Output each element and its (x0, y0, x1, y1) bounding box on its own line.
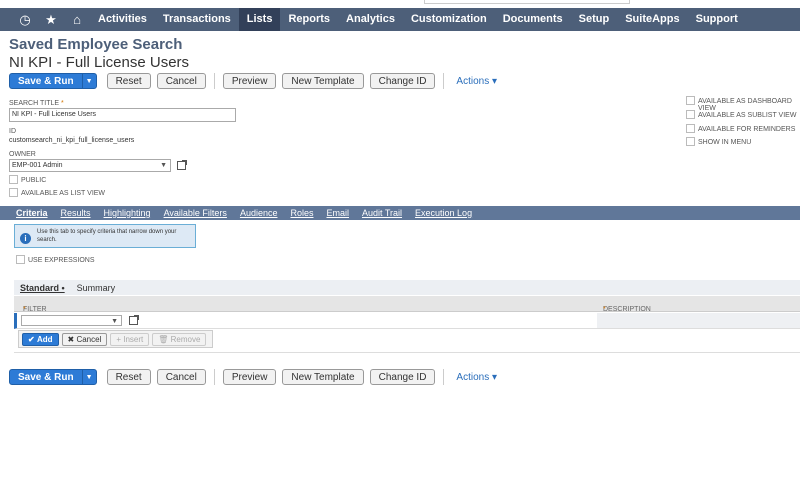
nav-reports[interactable]: Reports (280, 8, 338, 31)
search-title-label: SEARCH TITLE * (9, 100, 64, 107)
save-run-button-bottom[interactable]: Save & Run ▼ (9, 369, 97, 385)
toolbar-divider (443, 73, 445, 89)
subtab-bar: Criteria Results Highlighting Available … (0, 206, 800, 220)
actions-label: Actions (456, 75, 490, 87)
reset-button-bottom[interactable]: Reset (106, 369, 151, 385)
change-id-button-bottom[interactable]: Change ID (369, 369, 436, 385)
recent-records-icon[interactable]: ◷ (12, 8, 38, 31)
save-run-button[interactable]: Save & Run ▼ (9, 73, 97, 89)
owner-select[interactable]: EMP-001 Admin ▼ (9, 159, 171, 172)
preview-button[interactable]: Preview (222, 73, 277, 89)
tab-audience[interactable]: Audience (240, 208, 278, 218)
cancel-button-bottom[interactable]: Cancel (156, 369, 206, 385)
show-in-menu-label: SHOW IN MENU (698, 139, 752, 146)
cancel-button[interactable]: Cancel (156, 73, 206, 89)
global-search-field[interactable] (424, 0, 630, 4)
home-icon[interactable]: ⌂ (64, 8, 90, 31)
search-title-input[interactable]: NI KPI - Full License Users (9, 108, 236, 122)
nav-activities[interactable]: Activities (90, 8, 155, 31)
tab-audit-trail[interactable]: Audit Trail (362, 208, 402, 218)
add-button[interactable]: ✔ Add (22, 332, 59, 346)
tooltip-text: Use this tab to specify criteria that na… (37, 229, 177, 243)
nav-documents[interactable]: Documents (495, 8, 571, 31)
actions-label: Actions (456, 371, 490, 383)
save-run-dropdown-icon[interactable]: ▼ (81, 74, 96, 88)
actions-menu[interactable]: Actions ▾ (456, 76, 497, 87)
list-view-checkbox[interactable] (9, 188, 18, 197)
subtab-standard[interactable]: Standard • (20, 283, 65, 293)
nav-customization[interactable]: Customization (403, 8, 495, 31)
sublist-view-checkbox[interactable] (686, 110, 695, 119)
preview-button-bottom[interactable]: Preview (222, 369, 277, 385)
dashboard-view-checkbox[interactable] (686, 96, 695, 105)
description-cell[interactable] (597, 313, 800, 328)
save-run-label: Save & Run (18, 371, 74, 383)
criteria-tooltip: i Use this tab to specify criteria that … (14, 224, 196, 248)
bottom-toolbar: Save & Run ▼ Reset Cancel Preview New Te… (9, 369, 497, 385)
open-filter-icon[interactable] (129, 315, 139, 325)
reset-button[interactable]: Reset (106, 73, 151, 89)
new-template-button-bottom[interactable]: New Template (282, 369, 364, 385)
filter-select[interactable]: ▼ (21, 315, 122, 326)
star-icon[interactable]: ★ (38, 8, 64, 31)
toolbar-divider (213, 369, 215, 385)
page-subtitle: NI KPI - Full License Users (9, 54, 190, 71)
tab-criteria[interactable]: Criteria (16, 208, 48, 218)
public-checkbox[interactable] (9, 175, 18, 184)
tab-email[interactable]: Email (326, 208, 349, 218)
tab-results[interactable]: Results (61, 208, 91, 218)
chevron-down-icon: ▼ (160, 162, 167, 169)
show-in-menu-checkbox[interactable] (686, 137, 695, 146)
use-expressions-checkbox[interactable] (16, 255, 25, 264)
grid-action-bar: ✔ Add ✖ Cancel + Insert 🗑 Remove (18, 330, 214, 348)
save-run-dropdown-icon[interactable]: ▼ (81, 370, 96, 384)
list-view-label: AVAILABLE AS LIST VIEW (21, 190, 106, 197)
nav-setup[interactable]: Setup (571, 8, 618, 31)
grid-cancel-button[interactable]: ✖ Cancel (61, 332, 108, 346)
top-toolbar: Save & Run ▼ Reset Cancel Preview New Te… (9, 73, 497, 89)
save-run-label: Save & Run (18, 75, 74, 87)
new-template-button[interactable]: New Template (282, 73, 364, 89)
use-expressions-label: USE EXPRESSIONS (28, 257, 95, 264)
main-nav: ◷ ★ ⌂ Activities Transactions Lists Repo… (0, 8, 800, 31)
toolbar-divider (213, 73, 215, 89)
remove-button[interactable]: 🗑 Remove (152, 332, 207, 346)
id-value: customsearch_ni_kpi_full_license_users (9, 137, 135, 144)
subtab-summary[interactable]: Summary (77, 283, 116, 293)
tab-execution-log[interactable]: Execution Log (415, 208, 472, 218)
criteria-subtabs: Standard • Summary (14, 280, 800, 295)
dashboard-view-label: AVAILABLE AS DASHBOARD VIEW (698, 98, 792, 112)
actions-menu-bottom[interactable]: Actions ▾ (456, 372, 497, 383)
nav-support[interactable]: Support (688, 8, 746, 31)
nav-suiteapps[interactable]: SuiteApps (617, 8, 687, 31)
open-owner-icon[interactable] (177, 160, 187, 170)
id-label: ID (9, 128, 16, 135)
insert-button[interactable]: + Insert (110, 332, 150, 346)
criteria-grid-header: FILTER * DESCRIPTION * (14, 296, 800, 313)
criteria-edit-row: ▼ (14, 313, 800, 329)
top-strip (0, 0, 800, 8)
sublist-view-label: AVAILABLE AS SUBLIST VIEW (698, 112, 797, 119)
grid-bottom-divider (14, 352, 800, 353)
nav-lists[interactable]: Lists (238, 8, 281, 31)
reminders-checkbox[interactable] (686, 124, 695, 133)
tab-available-filters[interactable]: Available Filters (164, 208, 227, 218)
public-label: PUBLIC (21, 177, 47, 184)
nav-transactions[interactable]: Transactions (155, 8, 239, 31)
toolbar-divider (443, 369, 445, 385)
change-id-button[interactable]: Change ID (369, 73, 436, 89)
owner-label: OWNER (9, 151, 36, 158)
info-icon: i (20, 233, 31, 244)
tab-roles[interactable]: Roles (290, 208, 313, 218)
tab-highlighting[interactable]: Highlighting (104, 208, 151, 218)
page-title: Saved Employee Search (9, 36, 183, 53)
chevron-down-icon: ▼ (111, 318, 118, 325)
nav-analytics[interactable]: Analytics (338, 8, 403, 31)
owner-value: EMP-001 Admin (12, 162, 63, 169)
reminders-label: AVAILABLE FOR REMINDERS (698, 126, 796, 133)
